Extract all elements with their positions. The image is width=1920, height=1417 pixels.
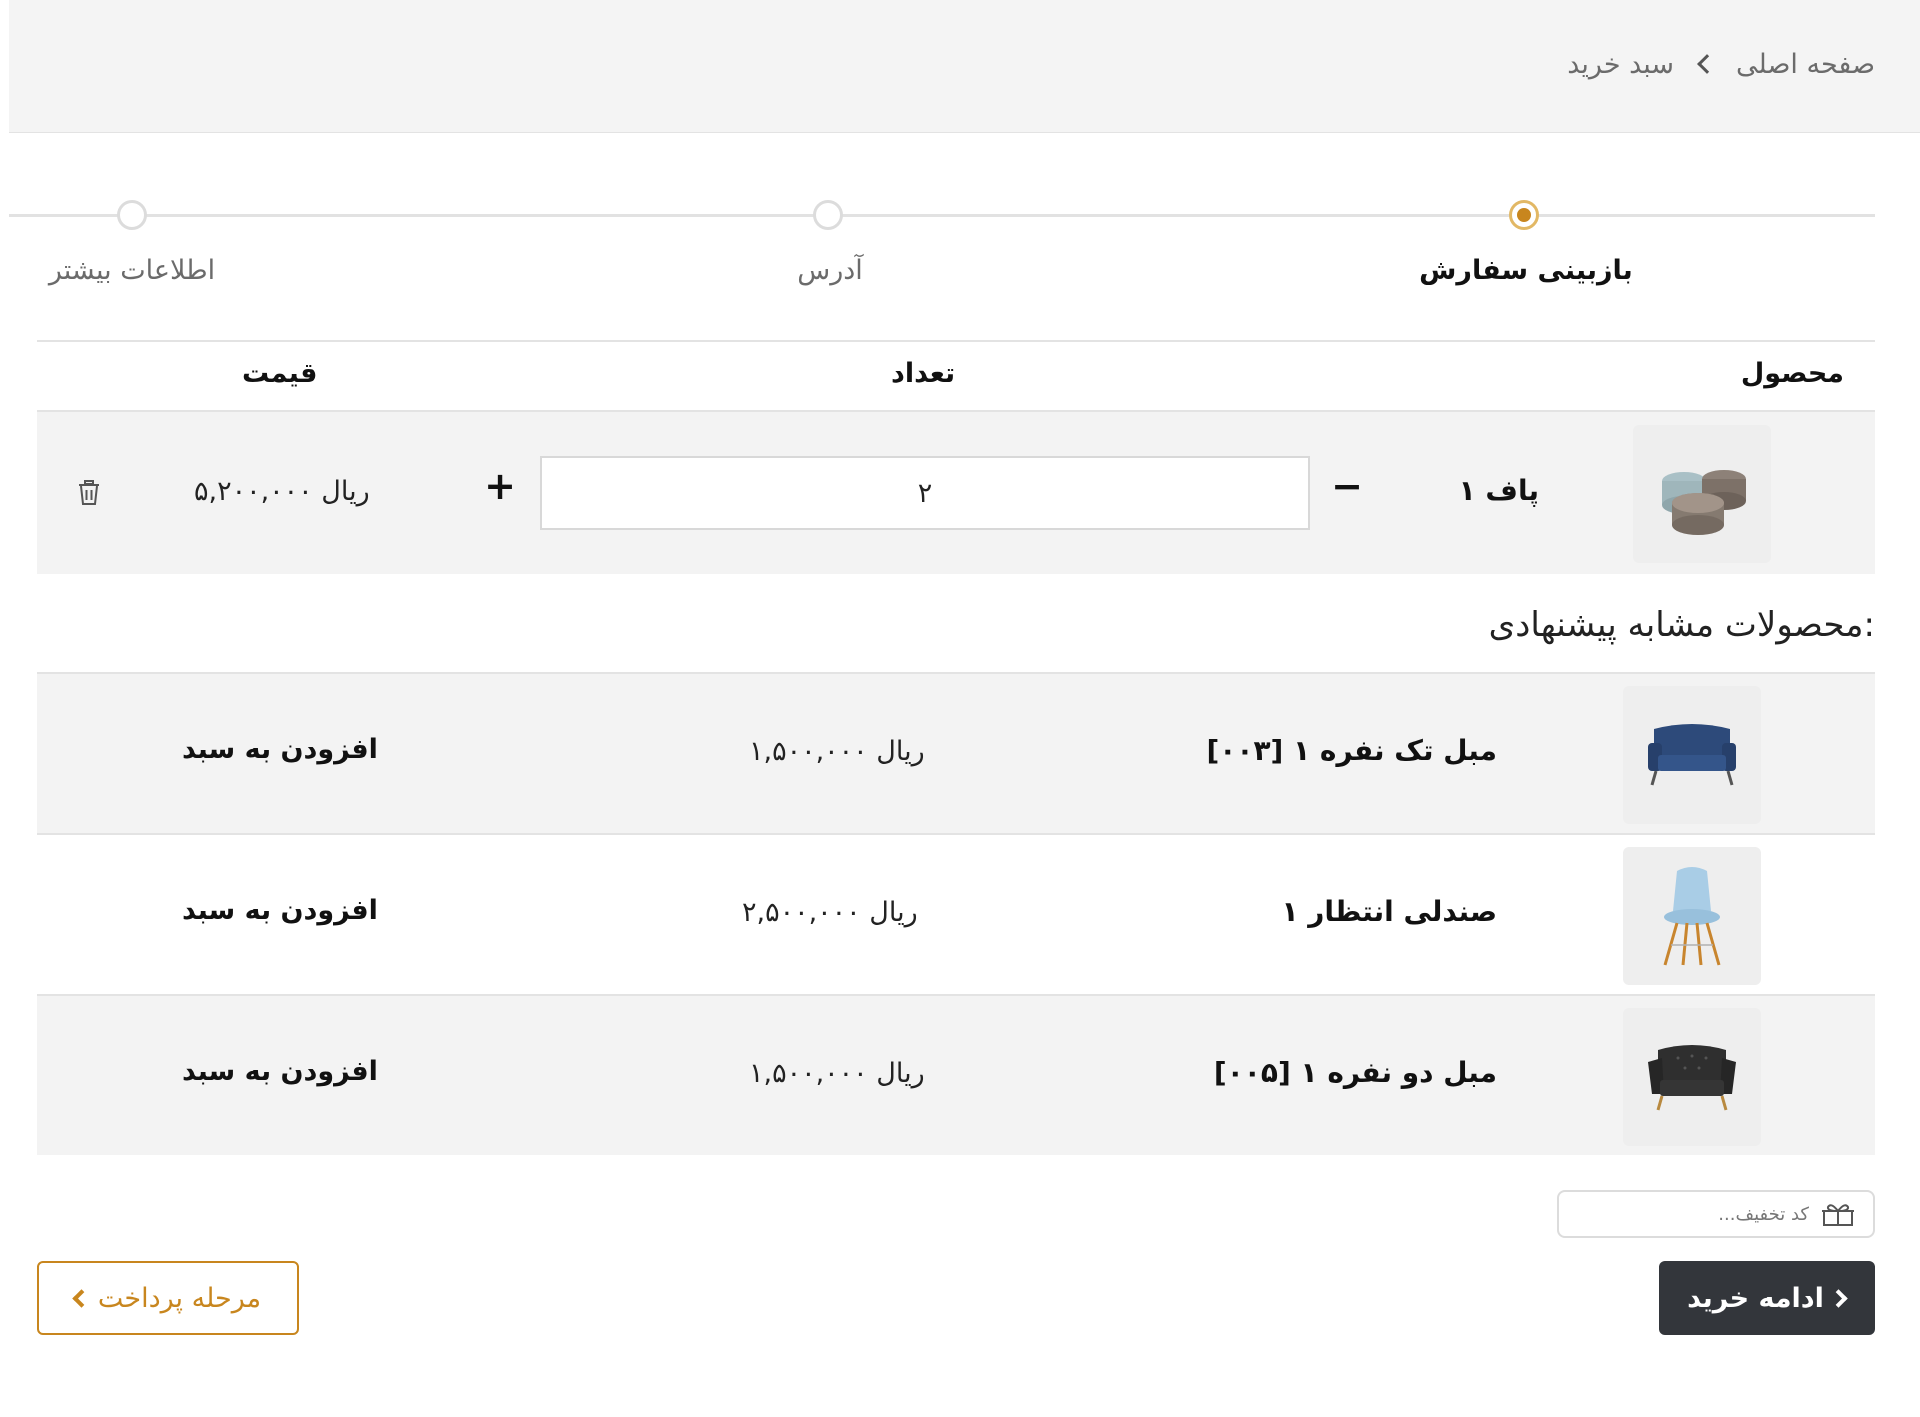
product-thumbnail-pouf[interactable] [1633,425,1771,563]
gift-icon [1822,1204,1854,1226]
payment-step-button[interactable]: مرحله پرداخت [37,1261,299,1335]
product-thumbnail-loveseat[interactable] [1623,1008,1761,1146]
breadcrumb: صفحه اصلی سبد خرید [1567,44,1875,84]
step-dot-review [1509,200,1539,230]
suggestion-row: [۰۰۳] مبل تک نفره ۱ ۱,۵۰۰,۰۰۰ ریال افزود… [37,672,1875,833]
add-to-cart-button[interactable]: افزودن به سبد [182,895,378,926]
cart-item-name[interactable]: پاف ۱ [1459,474,1539,507]
quantity-increase-button[interactable]: + [480,467,520,508]
chevron-left-icon [72,1288,91,1308]
header-quantity: تعداد [891,358,956,389]
step-dot-more-info [117,200,147,230]
payment-step-label: مرحله پرداخت [97,1282,262,1314]
step-label-address[interactable]: آدرس [797,255,863,286]
suggestion-name[interactable]: [۰۰۵] مبل دو نفره ۱ [1214,1056,1497,1089]
cart-item-price: ۵,۲۰۰,۰۰۰ ریال [194,476,370,507]
suggestion-price: ۲,۵۰۰,۰۰۰ ریال [742,897,918,928]
suggestion-price: ۱,۵۰۰,۰۰۰ ریال [749,736,925,767]
chevron-right-icon [1829,1288,1848,1308]
suggestion-name[interactable]: صندلی انتظار ۱ [1281,895,1497,928]
suggestion-row: [۰۰۵] مبل دو نفره ۱ ۱,۵۰۰,۰۰۰ ریال افزود… [37,994,1875,1155]
header-bar: صفحه اصلی سبد خرید [9,0,1920,133]
header-price: قیمت [242,358,318,389]
chair-blue-image [1663,867,1721,966]
cart-item-row: پاف ۱ − + ۵,۲۰۰,۰۰۰ ریال [37,412,1875,574]
quantity-input[interactable] [540,456,1310,530]
add-to-cart-button[interactable]: افزودن به سبد [182,1056,378,1087]
suggestion-price: ۱,۵۰۰,۰۰۰ ریال [749,1058,925,1089]
product-thumbnail-chair[interactable] [1623,847,1761,985]
sofa-black-image [1648,1045,1736,1111]
steps-progress-line [9,214,1875,217]
step-label-review[interactable]: بازبینی سفارش [1419,255,1633,286]
breadcrumb-current: سبد خرید [1567,48,1675,80]
quantity-decrease-button[interactable]: − [1327,467,1367,508]
cart-table-header: محصول تعداد قیمت [37,340,1875,412]
step-label-more-info[interactable]: اطلاعات بیشتر [49,255,215,286]
header-product: محصول [1740,358,1844,389]
suggestions-title: محصولات مشابه پیشنهادی: [1488,605,1875,645]
step-dot-address [813,200,843,230]
trash-icon[interactable] [77,480,101,506]
continue-shopping-button[interactable]: ادامه خرید [1659,1261,1875,1335]
armchair-blue-image [1648,724,1736,786]
pouf-image [1662,470,1746,535]
continue-shopping-label: ادامه خرید [1687,1282,1824,1314]
coupon-code-field[interactable]: ...کد تخفیف [1557,1190,1875,1238]
chevron-left-icon [1697,54,1717,74]
breadcrumb-home-link[interactable]: صفحه اصلی [1736,49,1875,80]
add-to-cart-button[interactable]: افزودن به سبد [182,734,378,765]
coupon-placeholder: ...کد تخفیف [1718,1203,1809,1225]
suggestion-row: صندلی انتظار ۱ ۲,۵۰۰,۰۰۰ ریال افزودن به … [37,833,1875,994]
product-thumbnail-sofa[interactable] [1623,686,1761,824]
suggestion-name[interactable]: [۰۰۳] مبل تک نفره ۱ [1206,734,1497,767]
